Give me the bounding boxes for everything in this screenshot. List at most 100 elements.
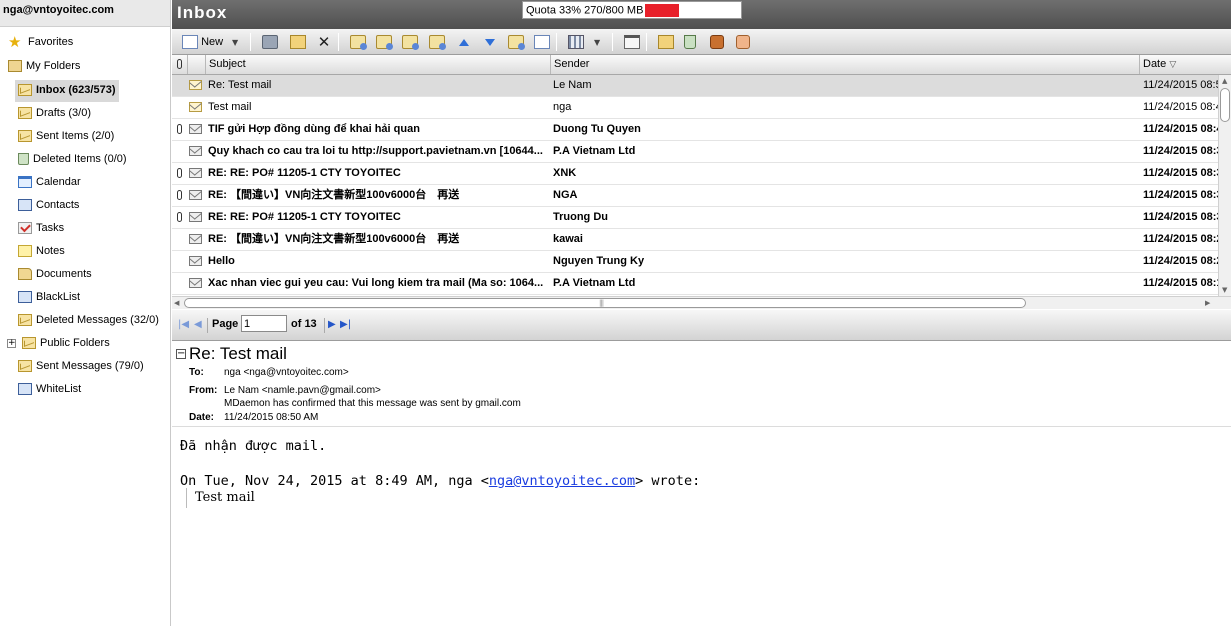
next-message-button[interactable] [482,33,498,51]
view-layout-button[interactable] [568,33,584,51]
date-cell: 11/24/2015 08:3 [1143,189,1218,201]
date-cell: 11/24/2015 08:3 [1143,211,1218,223]
page-count: of 13 [291,318,317,330]
table-row[interactable]: Test mail nga 11/24/2015 08:4 [172,97,1218,119]
previous-page-icon[interactable]: ◀ [194,319,202,330]
date-cell: 11/24/2015 08:4 [1143,101,1218,113]
folder-blacklist[interactable]: BlackList [18,287,80,309]
message-reply-header: On Tue, Nov 24, 2015 at 8:49 AM, nga <ng… [180,473,700,489]
subject-column-header[interactable]: Subject [206,55,551,74]
attachment-column-header[interactable] [172,55,188,74]
sender-column-header[interactable]: Sender [551,55,1140,74]
arrow-down-icon [485,38,495,46]
new-message-icon [182,35,198,50]
list-vertical-scrollbar[interactable]: ▲ ▼ [1218,75,1231,296]
forward-button[interactable] [402,33,419,51]
folder-inbox[interactable]: Inbox (623/573) [15,80,120,102]
first-page-icon[interactable]: |◀ [178,319,189,330]
folder-notes[interactable]: Notes [18,241,65,263]
envelope-icon [189,168,202,179]
search-button[interactable] [658,33,674,51]
recycle-bin-icon [684,35,696,50]
view-source-button[interactable] [534,33,550,51]
table-row[interactable]: RE: RE: PO# 11205-1 CTY TOYOITEC XNK 11/24… [172,163,1218,185]
reply-header-prefix: On Tue, Nov 24, 2015 at 8:49 AM, nga < [180,473,489,489]
reply-button[interactable] [350,33,367,51]
mark-read-button[interactable] [508,33,525,51]
scroll-up-icon[interactable]: ▲ [1222,77,1227,85]
list-horizontal-scrollbar[interactable]: ◀ ||| ▶ [172,296,1231,309]
view-layout-dropdown[interactable]: ▼ [594,33,600,51]
folder-label: Favorites [28,36,74,49]
mark-not-spam-button[interactable] [736,33,750,51]
folder-drafts[interactable]: Drafts (3/0) [18,103,91,125]
folder-my-folders[interactable]: My Folders [8,56,80,78]
folder-documents[interactable]: Documents [18,264,92,286]
date-column-header[interactable]: Date ▽ [1140,55,1231,74]
folder-label: Deleted Messages (32/0) [36,314,159,327]
move-button[interactable] [290,33,306,51]
mail-icon [18,84,32,97]
page-number-input[interactable] [241,315,287,332]
folder-label: Inbox (623/573) [36,84,116,97]
quota-label: Quota 33% 270/800 MB [526,4,644,17]
print-icon [262,35,278,50]
new-button-label: New [201,36,224,48]
status-cell [189,163,205,184]
table-row[interactable]: TIF gửi Hợp đồng dùng để khai hải quan Du… [172,119,1218,141]
folder-whitelist[interactable]: WhiteList [18,379,81,401]
scroll-thumb[interactable]: ||| [184,298,1026,308]
sender-cell: kawai [553,233,583,245]
folder-calendar[interactable]: Calendar [18,172,81,194]
subject-cell: TIF gửi Hợp đồng dùng để khai hải quan [208,123,420,135]
new-button[interactable]: New [182,33,223,51]
previous-message-button[interactable] [456,33,472,51]
table-row[interactable]: Hello Nguyen Trung Ky 11/24/2015 08:2 [172,251,1218,273]
table-row[interactable]: Re: Test mail Le Nam 11/24/2015 08:5 [172,75,1218,97]
reply-all-button[interactable] [376,33,393,51]
collapse-header-icon[interactable]: − [176,349,186,359]
table-row[interactable]: Quy khach co cau tra loi tu http://suppo… [172,141,1218,163]
table-row[interactable]: RE: RE: PO# 11205-1 CTY TOYOITEC Truong D… [172,207,1218,229]
attachment-cell [174,185,184,206]
expand-icon[interactable]: + [7,338,16,348]
icon-column-header[interactable] [188,55,206,74]
folder-sent-items[interactable]: Sent Items (2/0) [18,126,114,148]
folder-public-folders[interactable]: + Public Folders [7,333,110,355]
scroll-thumb[interactable] [1220,88,1230,122]
folder-sent-messages[interactable]: Sent Messages (79/0) [18,356,144,378]
delete-button[interactable]: ✕ [316,33,332,51]
mdaemon-note: MDaemon has confirmed that this message … [224,398,521,409]
scroll-left-icon[interactable]: ◀ [174,299,179,307]
folder-favorites[interactable]: ★ Favorites [8,32,73,54]
folder-tasks[interactable]: Tasks [18,218,64,240]
folder-label: Calendar [36,176,81,189]
mark-spam-button[interactable] [710,33,724,51]
to-label: To: [189,367,204,378]
print-button[interactable] [262,33,278,51]
attachment-cell [174,141,184,162]
attachment-cell [174,75,184,96]
table-row[interactable]: RE: 【間違い】VN向注文書新型100v6000台 再送 kawai 11/24/… [172,229,1218,251]
folder-contacts[interactable]: Contacts [18,195,79,217]
table-row[interactable]: Xac nhan viec gui yeu cau: Vui long kiem… [172,273,1218,295]
calendar-button[interactable] [624,33,640,51]
table-row[interactable]: RE: 【間違い】VN向注文書新型100v6000台 再送 NGA 11/24/20… [172,185,1218,207]
contacts-book-icon [18,199,32,212]
scroll-right-icon[interactable]: ▶ [1205,299,1210,307]
calendar-icon [18,176,32,189]
empty-trash-button[interactable] [684,33,696,51]
date-label: Date: [189,412,215,423]
message-list: Re: Test mail Le Nam 11/24/2015 08:5 Test m… [172,75,1218,296]
subject-cell: Hello [208,255,235,267]
new-dropdown-button[interactable]: ▼ [232,33,238,51]
email-link[interactable]: nga@vntoyoitec.com [489,473,635,489]
scroll-down-icon[interactable]: ▼ [1222,286,1227,294]
forward-attachment-button[interactable] [429,33,446,51]
sender-cell: P.A Vietnam Ltd [553,277,636,289]
folder-deleted-items[interactable]: Deleted Items (0/0) [18,149,127,171]
open-envelope-icon [189,80,202,91]
folder-deleted-messages[interactable]: Deleted Messages (32/0) [18,310,159,332]
last-page-icon[interactable]: ▶| [340,319,351,330]
next-page-icon[interactable]: ▶ [328,319,336,330]
